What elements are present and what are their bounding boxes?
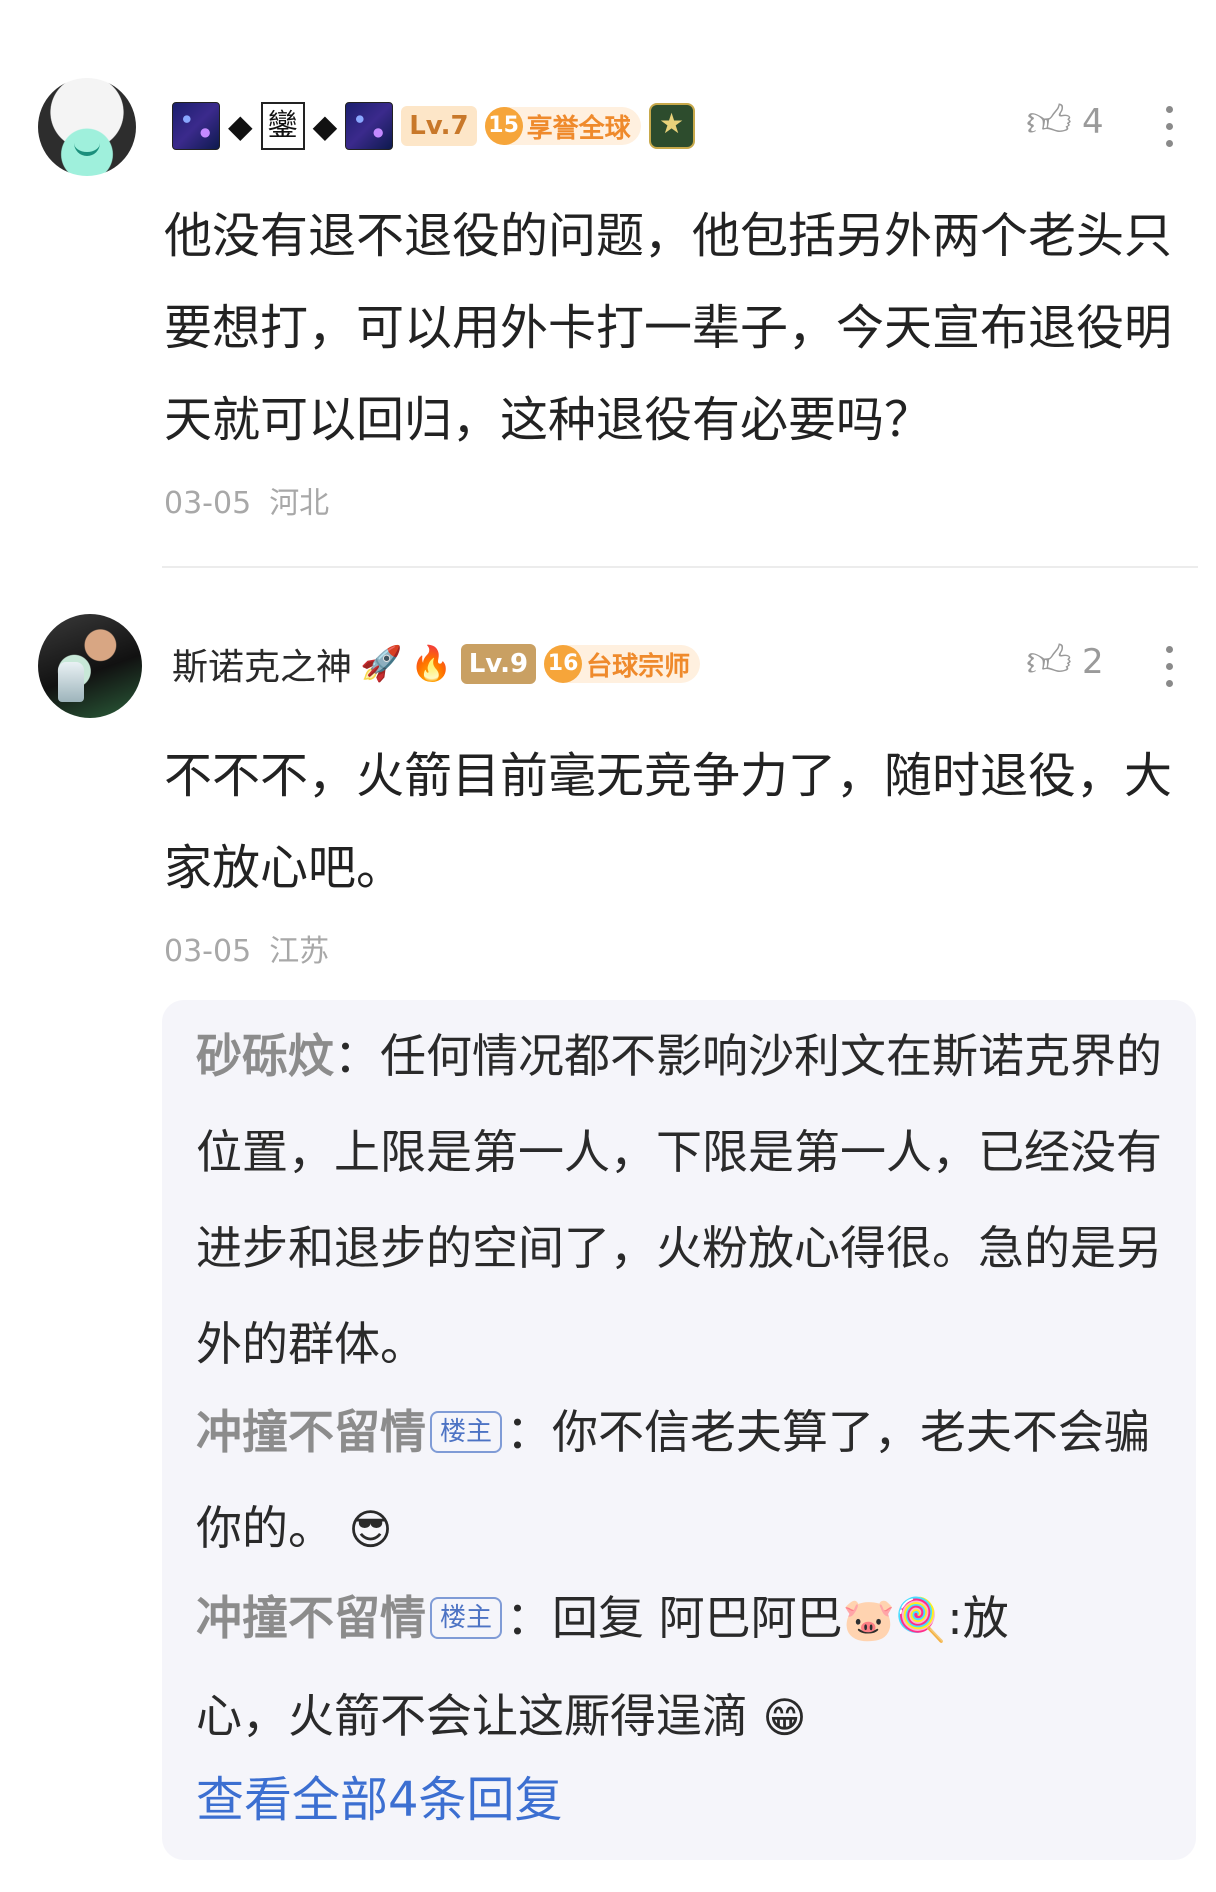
- comment-date: 03-05: [164, 934, 252, 969]
- avatar-face: [74, 140, 100, 156]
- reply-to-name[interactable]: 阿巴阿巴: [659, 1591, 843, 1645]
- reply-colon: ：: [506, 1405, 553, 1459]
- username-char[interactable]: 鑾: [260, 102, 305, 150]
- comment-text: 他没有退不退役的问题，他包括另外两个老头只要想打，可以用外卡打一辈子，今天宣布退…: [164, 208, 1173, 448]
- avatar[interactable]: [38, 78, 136, 176]
- diamond-icon: ◆: [312, 107, 338, 145]
- galaxy-emoji-icon: [345, 102, 394, 150]
- divider: [162, 566, 1198, 568]
- comment-location: 江苏: [269, 934, 330, 969]
- star-badge-icon: [648, 103, 695, 149]
- level-badge: Lv.7: [401, 106, 477, 146]
- fire-icon: 🔥: [410, 644, 453, 684]
- sunglasses-emoji-icon: 😎: [348, 1505, 393, 1554]
- grin-emoji-icon: 😁: [762, 1693, 807, 1742]
- rocket-icon: 🚀: [360, 644, 403, 684]
- reply-colon: ：: [334, 1029, 380, 1083]
- view-all-replies-link[interactable]: 查看全部4条回复: [196, 1760, 563, 1830]
- replies-box: 砂砾炆：任何情况都不影响沙利文在斯诺克界的位置，上限是第一人，下限是第一人，已经…: [162, 1000, 1196, 1860]
- comment-date: 03-05: [164, 486, 252, 521]
- reply-item[interactable]: 冲撞不留情 楼主 ：回复 阿巴阿巴🐷🍭:放心，火箭不会让这厮得逞滴 😁: [196, 1570, 1171, 1766]
- like-count: 4: [1081, 102, 1104, 142]
- avatar[interactable]: [38, 614, 142, 718]
- diamond-icon: ◆: [228, 107, 253, 145]
- medal-number: 15: [484, 107, 523, 145]
- medal-badge: 16 台球宗师: [544, 645, 701, 683]
- comment-text: 不不不，火箭目前毫无竞争力了，随时退役，大家放心吧。: [164, 748, 1173, 896]
- comment-meta: 03-05 江苏: [164, 926, 329, 970]
- galaxy-emoji-icon: [172, 102, 220, 150]
- like-count: 2: [1081, 642, 1104, 682]
- user-info: ◆ 鑾 ◆ Lv.7 15 享誉全球: [172, 98, 695, 154]
- pig-lollipop-emoji-icon: 🐷🍭: [842, 1595, 948, 1644]
- more-vertical-icon[interactable]: [1166, 646, 1174, 687]
- thumbs-up-icon: 👍︎: [1026, 636, 1072, 687]
- reply-prefix: 回复: [552, 1591, 659, 1645]
- medal-number: 16: [544, 645, 583, 683]
- reply-author[interactable]: 冲撞不留情: [196, 1405, 426, 1459]
- reply-text-a: :放: [947, 1591, 1009, 1645]
- like-button[interactable]: 👍︎ 2: [1026, 640, 1104, 684]
- owner-badge: 楼主: [430, 1596, 503, 1639]
- user-info: 斯诺克之神 🚀 🔥 Lv.9 16 台球宗师: [172, 636, 701, 692]
- more-vertical-icon[interactable]: [1166, 106, 1174, 147]
- thumbs-up-icon: 👍︎: [1026, 96, 1072, 147]
- reply-colon: ：: [506, 1591, 553, 1645]
- comment-location: 河北: [269, 486, 330, 521]
- medal-label: 享誉全球: [526, 113, 631, 144]
- medal-badge: 15 享誉全球: [484, 107, 641, 145]
- reply-author[interactable]: 冲撞不留情: [196, 1591, 426, 1645]
- trophy-image: [58, 662, 84, 702]
- reply-item[interactable]: 砂砾炆：任何情况都不影响沙利文在斯诺克界的位置，上限是第一人，下限是第一人，已经…: [196, 1008, 1171, 1392]
- reply-item[interactable]: 冲撞不留情 楼主 ：你不信老夫算了，老夫不会骗你的。 😎: [196, 1384, 1171, 1578]
- comment-meta: 03-05 河北: [164, 478, 329, 522]
- like-button[interactable]: 👍︎ 4: [1026, 100, 1104, 144]
- medal-label: 台球宗师: [586, 651, 691, 682]
- level-badge: Lv.9: [460, 644, 537, 684]
- reply-text-b: 心，火箭不会让这厮得逞滴: [196, 1689, 748, 1743]
- owner-badge: 楼主: [430, 1410, 503, 1453]
- username[interactable]: 斯诺克之神: [172, 638, 352, 690]
- reply-author[interactable]: 砂砾炆: [196, 1029, 334, 1083]
